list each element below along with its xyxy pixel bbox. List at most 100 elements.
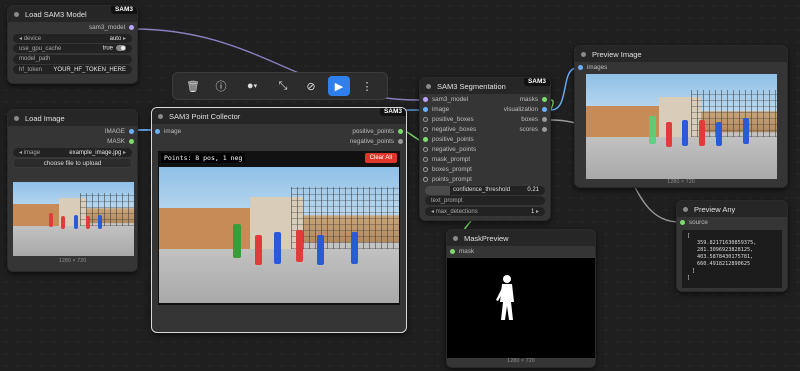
preview-any-node[interactable]: Preview Any source [ 359.82171630859375,…	[676, 200, 788, 292]
output-pin[interactable]	[129, 138, 134, 144]
output-pin[interactable]	[542, 126, 547, 132]
input-port-image[interactable]: image	[420, 104, 500, 114]
input-port-image[interactable]: image	[152, 126, 181, 136]
image-combo[interactable]: ◂ image example_image.jpg ▸	[13, 147, 132, 157]
output-port-scores[interactable]: scores	[500, 124, 550, 134]
bypass-icon[interactable]: ⊘	[300, 76, 322, 96]
confidence-threshold-slider[interactable]: confidence_threshold 0.21	[425, 185, 545, 195]
output-port-boxes[interactable]: boxes	[500, 114, 550, 124]
node-header[interactable]: SAM3 Segmentation SAM3	[420, 78, 550, 94]
output-pin[interactable]	[542, 106, 547, 112]
upload-button[interactable]: choose file to upload	[13, 158, 132, 168]
trash-icon[interactable]: 🗑	[182, 76, 204, 96]
hf-token-field[interactable]: hf_token YOUR_HF_TOKEN_HERE	[13, 65, 132, 74]
node-header[interactable]: Preview Any	[677, 201, 787, 217]
input-pin[interactable]	[423, 176, 428, 182]
canvas-area[interactable]: Points: 8 pos, 1 neg Clear All	[158, 151, 400, 305]
output-pin[interactable]	[398, 138, 403, 144]
selection-toolbar: 🗑 ⓘ ● ▾ ⤡ ⊘ ▶ ⋮	[172, 72, 388, 100]
arrow-right-icon[interactable]: ▸	[534, 209, 539, 215]
collapse-dot-icon[interactable]	[453, 235, 458, 241]
input-pin[interactable]	[423, 106, 428, 112]
point-collector-node[interactable]: SAM3 Point Collector SAM3 image positive…	[151, 107, 407, 333]
arrow-right-icon[interactable]: ▸	[121, 150, 126, 156]
input-pin[interactable]	[578, 64, 583, 70]
input-port-sam3-model[interactable]: sam3_model	[420, 94, 500, 104]
node-title: SAM3 Point Collector	[169, 111, 241, 121]
output-pin[interactable]	[542, 116, 547, 122]
output-port-visualization[interactable]: visualization	[500, 104, 550, 114]
input-pin[interactable]	[423, 116, 428, 122]
output-port-positive-points[interactable]: positive_points	[352, 126, 406, 136]
input-port-negative-points[interactable]: negative_points	[420, 144, 500, 154]
device-combo[interactable]: ◂ device auto ▸	[13, 33, 132, 43]
node-header[interactable]: SAM3 Point Collector SAM3	[152, 108, 406, 124]
input-port-boxes-prompt[interactable]: boxes_prompt	[420, 164, 500, 174]
point-canvas-image[interactable]	[159, 167, 399, 303]
collapse-dot-icon[interactable]	[683, 206, 688, 212]
output-port-sam3-model[interactable]: sam3_model	[8, 22, 137, 32]
node-title: Load Image	[25, 113, 65, 123]
input-pin[interactable]	[423, 136, 428, 142]
output-pin[interactable]	[542, 96, 547, 102]
more-options-icon[interactable]: ⋮	[356, 76, 378, 96]
node-header[interactable]: Load SAM3 Model SAM3	[8, 6, 137, 22]
node-header[interactable]: MaskPreview	[447, 230, 595, 246]
arrow-right-icon[interactable]: ▸	[121, 36, 126, 42]
info-icon[interactable]: ⓘ	[210, 76, 232, 96]
max-detections-stepper[interactable]: ◂ max_detections 1 ▸	[425, 206, 545, 216]
input-port-negative-boxes[interactable]: negative_boxes	[420, 124, 500, 134]
node-title: Preview Any	[694, 204, 736, 214]
node-header[interactable]: Load Image	[8, 110, 137, 126]
text-prompt-field[interactable]: text_prompt	[425, 196, 545, 205]
image-size-caption: 1280 × 720	[667, 179, 695, 185]
output-pin[interactable]	[129, 24, 134, 30]
input-pin[interactable]	[423, 156, 428, 162]
collapse-dot-icon[interactable]	[158, 113, 163, 119]
image-preview	[13, 182, 134, 256]
model-path-field[interactable]: model_path	[13, 54, 132, 64]
input-port-source[interactable]: source	[677, 217, 787, 227]
load-image-node[interactable]: Load Image IMAGE MASK ◂ image example_im…	[7, 109, 138, 272]
run-icon[interactable]: ▶	[328, 76, 350, 96]
input-port-mask[interactable]: mask	[447, 246, 595, 256]
collapse-dot-icon[interactable]	[426, 83, 431, 89]
input-pin[interactable]	[680, 219, 685, 225]
output-port-image[interactable]: IMAGE	[8, 126, 137, 136]
toggle-icon[interactable]	[116, 45, 126, 52]
segmentation-node[interactable]: SAM3 Segmentation SAM3 sam3_model image …	[419, 77, 551, 221]
input-port-images[interactable]: images	[575, 62, 787, 72]
mask-preview-node[interactable]: MaskPreview mask 1280 × 720	[446, 229, 596, 368]
input-pin[interactable]	[423, 96, 428, 102]
mask-silhouette	[496, 275, 514, 320]
input-port-positive-boxes[interactable]: positive_boxes	[420, 114, 500, 124]
collapse-dot-icon[interactable]	[581, 51, 586, 57]
collapse-dot-icon[interactable]	[14, 11, 19, 17]
input-pin[interactable]	[423, 166, 428, 172]
shrink-icon[interactable]: ⤡	[272, 76, 294, 96]
output-port-negative-points[interactable]: negative_points	[350, 136, 406, 146]
collapse-dot-icon[interactable]	[14, 115, 19, 121]
use-gpu-cache-toggle[interactable]: use_gpu_cache true	[13, 44, 132, 53]
clear-all-button[interactable]: Clear All	[364, 153, 397, 163]
input-pin[interactable]	[450, 248, 455, 254]
input-pin[interactable]	[155, 128, 160, 134]
image-size-caption: 1280 × 720	[58, 258, 87, 264]
input-pin[interactable]	[423, 146, 428, 152]
input-pin[interactable]	[423, 126, 428, 132]
node-title: Preview Image	[592, 49, 642, 59]
preview-image-node[interactable]: Preview Image images 1280 × 720	[574, 45, 788, 188]
node-header[interactable]: Preview Image	[575, 46, 787, 62]
output-port-masks[interactable]: masks	[500, 94, 550, 104]
output-pin[interactable]	[129, 128, 134, 134]
output-port-mask[interactable]: MASK	[8, 136, 137, 146]
input-port-positive-points[interactable]: positive_points	[420, 134, 500, 144]
preview-image	[586, 74, 777, 179]
load-sam3-model-node[interactable]: Load SAM3 Model SAM3 sam3_model ◂ device…	[7, 5, 138, 84]
node-tag: SAM3	[379, 108, 406, 116]
input-port-points-prompt[interactable]: points_prompt	[420, 174, 500, 184]
output-pin[interactable]	[398, 128, 403, 134]
color-picker-icon[interactable]: ● ▾	[238, 76, 266, 96]
preview-text-output: [ 359.82171630859375, 281.3096923828125,…	[682, 230, 782, 288]
input-port-mask-prompt[interactable]: mask_prompt	[420, 154, 500, 164]
